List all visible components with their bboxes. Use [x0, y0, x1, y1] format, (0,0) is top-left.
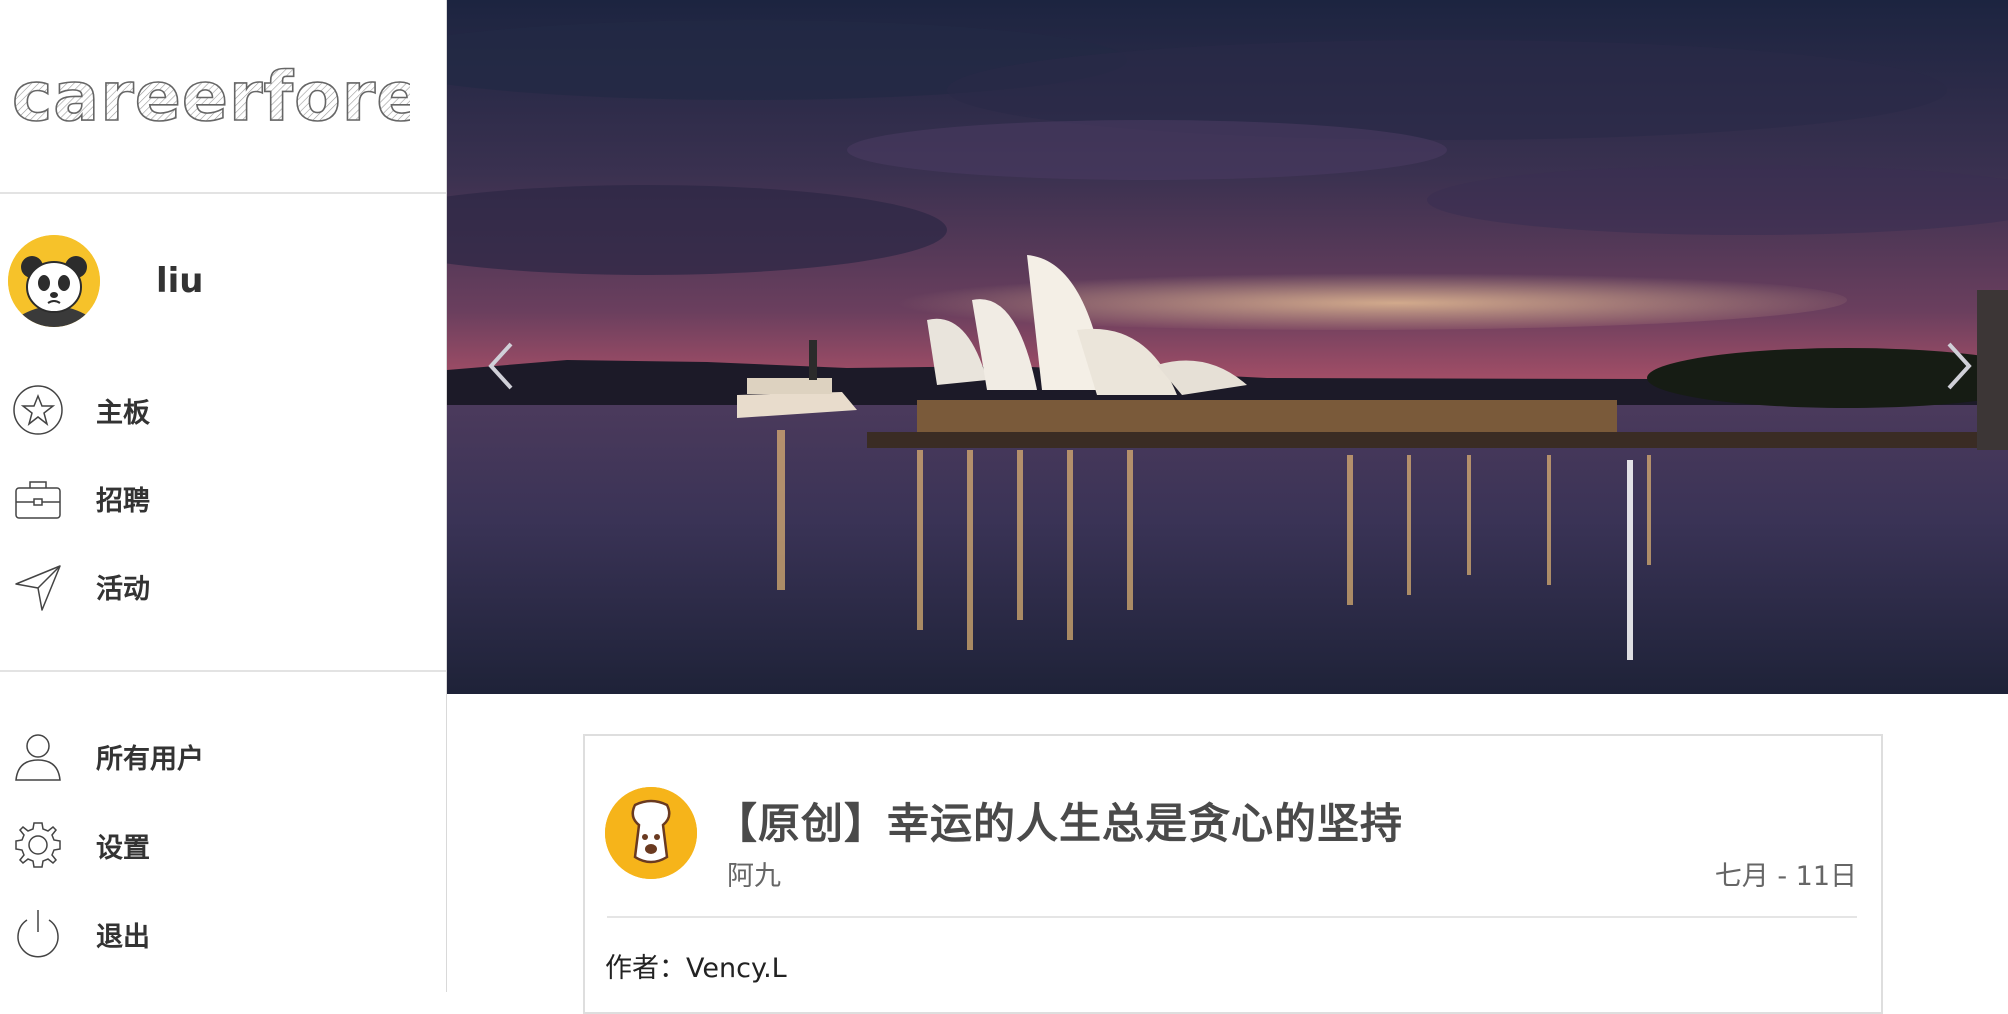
- hero-carousel[interactable]: [447, 0, 2008, 694]
- sidebar-item-events[interactable]: 活动: [12, 556, 150, 616]
- star-icon: [12, 384, 64, 436]
- briefcase-icon: [12, 472, 64, 524]
- sidebar-item-label: 设置: [96, 832, 150, 864]
- carousel-prev-button[interactable]: [479, 336, 523, 396]
- sidebar-item-label: 退出: [96, 921, 150, 953]
- sidebar: careerfore liu 主板 招聘 活动 所有用户 设置 退出: [0, 0, 447, 992]
- chevron-left-icon: [488, 342, 513, 390]
- post-card[interactable]: 【原创】幸运的人生总是贪心的坚持 阿九 七月 - 11日 作者：Vency.L: [583, 734, 1883, 1014]
- brand-logo[interactable]: careerfore: [10, 57, 423, 142]
- main-content: 【原创】幸运的人生总是贪心的坚持 阿九 七月 - 11日 作者：Vency.L: [447, 0, 2008, 1014]
- sidebar-item-logout[interactable]: 退出: [12, 904, 150, 964]
- username[interactable]: liu: [156, 261, 204, 301]
- sidebar-item-all-users[interactable]: 所有用户: [12, 726, 204, 786]
- send-arrow-icon: [12, 560, 64, 612]
- power-icon: [12, 908, 64, 960]
- post-author[interactable]: 阿九: [727, 854, 781, 893]
- post-body: 作者：Vency.L: [605, 953, 787, 984]
- sidebar-divider-top: [0, 192, 446, 194]
- dog-icon: [605, 787, 697, 879]
- sidebar-item-main-board[interactable]: 主板: [12, 380, 150, 440]
- user-profile[interactable]: liu: [8, 235, 204, 327]
- post-divider: [607, 916, 1857, 918]
- sidebar-item-label: 招聘: [96, 485, 150, 517]
- sidebar-divider-middle: [0, 670, 446, 672]
- post-date: 七月 - 11日: [1714, 861, 1857, 892]
- avatar[interactable]: [8, 235, 100, 327]
- user-icon: [12, 730, 64, 782]
- carousel-next-button[interactable]: [1937, 336, 1981, 396]
- brand-logo-graphic: careerfore: [11, 57, 423, 138]
- post-title[interactable]: 【原创】幸运的人生总是贪心的坚持: [715, 790, 1403, 851]
- sidebar-item-label: 主板: [96, 397, 150, 429]
- sidebar-item-label: 活动: [96, 573, 150, 605]
- chevron-right-icon: [1947, 342, 1972, 390]
- hero-image-opera-house: [447, 0, 2008, 694]
- post-avatar[interactable]: [605, 787, 697, 879]
- sidebar-item-settings[interactable]: 设置: [12, 815, 150, 875]
- panda-icon: [8, 235, 100, 327]
- sidebar-item-recruitment[interactable]: 招聘: [12, 468, 150, 528]
- brand-logo-text: careerfore: [12, 62, 410, 137]
- gear-icon: [12, 819, 64, 871]
- sidebar-item-label: 所有用户: [96, 743, 204, 775]
